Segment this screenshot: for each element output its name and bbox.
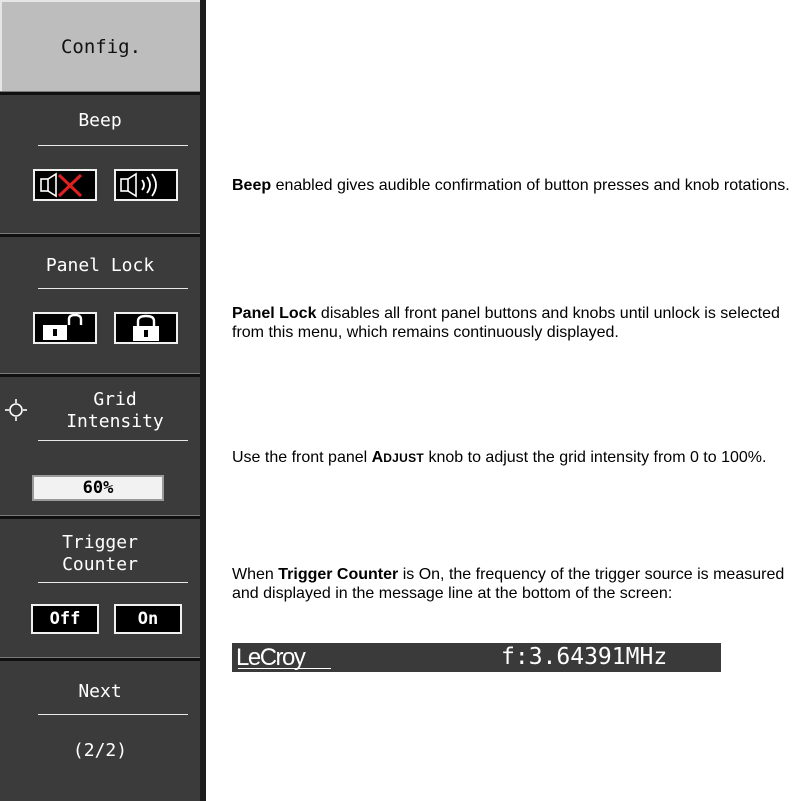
panel-lock-description-bold: Panel Lock (232, 305, 317, 322)
menu-separator (0, 91, 206, 95)
beep-off-button[interactable] (33, 169, 97, 201)
adjust-knob-rest: DJUST (383, 451, 425, 465)
menu-separator (0, 657, 206, 661)
unlock-button[interactable] (33, 312, 97, 344)
grid-intensity-description-pre: Use the front panel (232, 449, 372, 466)
beep-label: Beep (78, 110, 122, 131)
grid-intensity-value[interactable]: 60% (32, 475, 164, 501)
trigger-counter-label-line2: Counter (62, 554, 138, 575)
locked-icon (133, 314, 159, 341)
panel-lock-rule (38, 288, 188, 289)
menu-edge (200, 0, 206, 801)
grid-intensity-description-post: knob to adjust the grid intensity from 0… (424, 449, 767, 466)
trigger-counter-description: When Trigger Counter is On, the frequenc… (232, 565, 802, 603)
next-label[interactable]: Next (0, 680, 200, 703)
message-line: LeCroy f:3.64391MHz (232, 643, 721, 672)
menu-separator (0, 373, 206, 377)
beep-description: Beep enabled gives audible confirmation … (232, 176, 802, 195)
config-menu: Config. Beep Panel Lock Grid Intensity 6… (0, 0, 206, 801)
beep-description-text: enabled gives audible confirmation of bu… (271, 177, 790, 194)
trigger-counter-on-button[interactable]: On (114, 604, 182, 634)
panel-lock-label: Panel Lock (45, 255, 155, 276)
beep-on-icon (120, 172, 157, 198)
beep-description-bold: Beep (232, 177, 272, 194)
lecroy-logo: LeCroy (236, 644, 306, 671)
trigger-counter-description-pre: When (232, 566, 279, 583)
logo-underline (238, 668, 331, 669)
trigger-counter-label-line1: Trigger (62, 532, 138, 553)
grid-intensity-label-line1: Grid (93, 389, 137, 410)
trigger-counter-off-button[interactable]: Off (31, 604, 99, 634)
panel-lock-description: Panel Lock disables all front panel butt… (232, 304, 802, 342)
grid-intensity-description: Use the front panel ADJUST knob to adjus… (232, 448, 802, 468)
menu-separator (0, 233, 206, 237)
grid-intensity-rule (38, 440, 188, 441)
beep-on-button[interactable] (114, 169, 178, 201)
next-rule (38, 714, 188, 715)
adjust-knob-first-letter: A (371, 449, 384, 466)
menu-title: Config. (0, 0, 200, 91)
trigger-counter-rule (38, 582, 188, 583)
next-page-indicator: (2/2) (72, 740, 128, 761)
beep-rule (38, 145, 188, 146)
trigger-counter-description-bold: Trigger Counter (278, 566, 399, 583)
menu-separator (0, 515, 206, 519)
brightness-icon (5, 399, 27, 421)
beep-off-icon (40, 172, 83, 198)
unlocked-icon (43, 313, 83, 340)
grid-intensity-label-line2: Intensity (66, 411, 164, 432)
lock-button[interactable] (114, 312, 178, 344)
trigger-frequency-readout: f:3.64391MHz (501, 644, 668, 670)
